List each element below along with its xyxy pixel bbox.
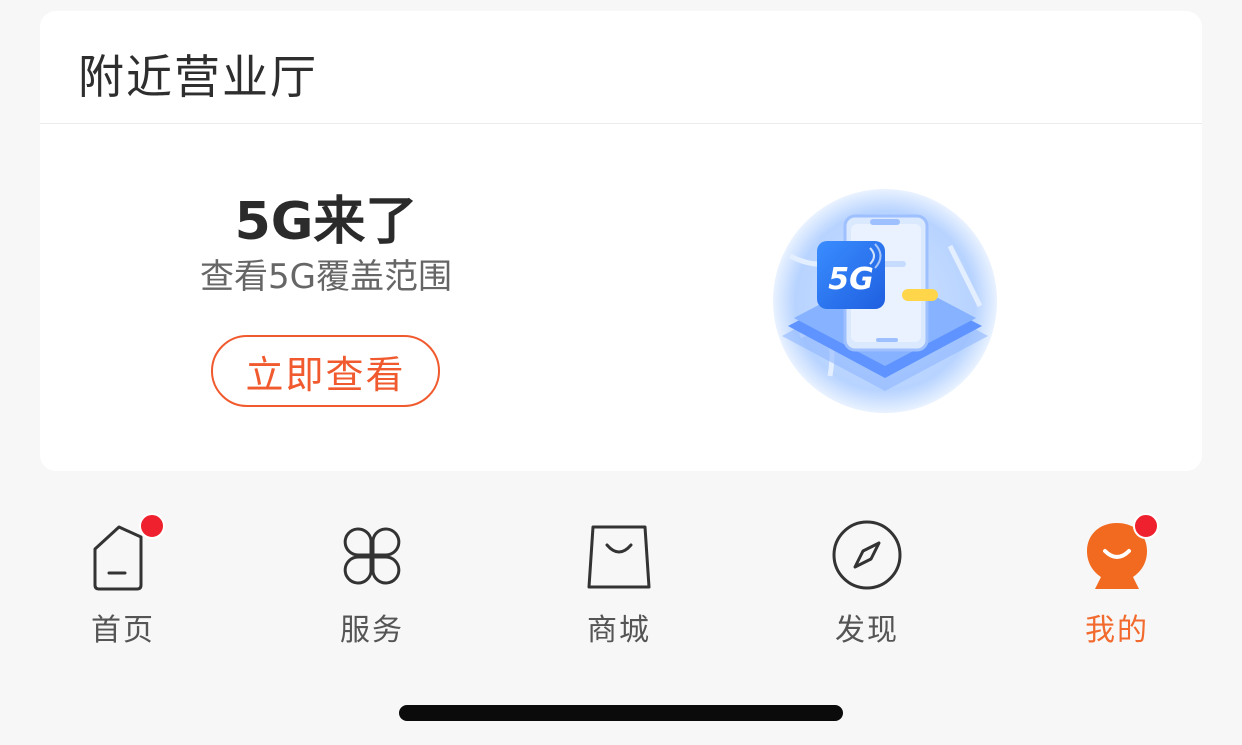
promo-title: 5G来了 xyxy=(234,192,418,252)
tab-home[interactable]: 首页 xyxy=(63,513,183,648)
tab-mall[interactable]: 商城 xyxy=(559,515,679,648)
card-title: 附近营业厅 xyxy=(78,50,318,104)
tab-label: 商城 xyxy=(587,613,651,648)
shopping-bag-icon xyxy=(579,515,659,595)
tab-label: 发现 xyxy=(835,613,899,648)
view-now-button[interactable]: 立即查看 xyxy=(211,335,440,407)
nearby-stores-card: 附近营业厅 5G来了 查看5G覆盖范围 立即查看 5G xyxy=(40,11,1202,471)
5g-badge-text: 5G xyxy=(828,262,874,297)
tab-service[interactable]: 服务 xyxy=(312,515,432,648)
tab-label: 服务 xyxy=(340,613,404,648)
profile-avatar-icon xyxy=(1077,513,1159,595)
tab-discover[interactable]: 发现 xyxy=(807,515,927,648)
compass-icon xyxy=(827,515,907,595)
home-indicator[interactable] xyxy=(399,705,843,721)
5g-coverage-illustration[interactable]: 5G xyxy=(770,186,1000,416)
home-icon xyxy=(83,513,165,595)
notification-badge xyxy=(139,513,165,539)
divider xyxy=(40,123,1202,124)
bottom-tab-bar: 首页 服务 商城 发现 我的 xyxy=(0,500,1242,660)
grid-icon xyxy=(332,515,412,595)
tab-mine[interactable]: 我的 xyxy=(1057,513,1177,648)
tab-label: 我的 xyxy=(1085,613,1149,648)
notification-badge xyxy=(1133,513,1159,539)
promo-subtitle: 查看5G覆盖范围 xyxy=(200,257,452,297)
tab-label: 首页 xyxy=(91,613,155,648)
